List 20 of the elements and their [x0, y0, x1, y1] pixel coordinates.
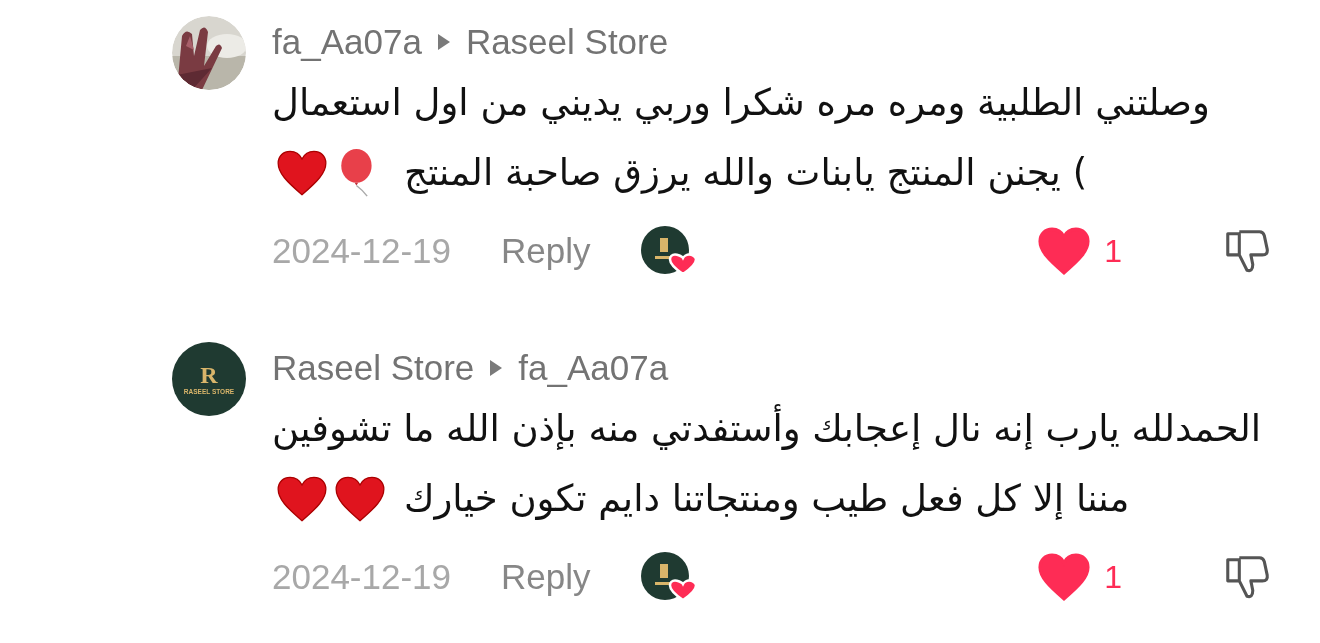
heart-emoji-icon [276, 148, 328, 198]
reply-to-name[interactable]: fa_Aa07a [518, 348, 669, 388]
heart-emoji-icon [276, 474, 328, 524]
author-name[interactable]: Raseel Store [272, 348, 475, 388]
logo-letter: R [200, 362, 218, 387]
like-button[interactable]: 1 [1038, 553, 1122, 601]
reply-button[interactable]: Reply [501, 231, 591, 271]
heart-emoji-icon [334, 474, 386, 524]
comment-text-line: وصلتني الطلبية ومره مره شكرا وربي يديني من اول استعمال [272, 80, 1210, 126]
comment-text-line: مننا إلا كل فعل طيب ومنتجاتنا دايم تكون خيارك [404, 476, 1130, 522]
comment-date: 2024-12-19 [272, 231, 452, 271]
comment-text-line: الحمدلله يارب إنه نال إعجابك وأستفدتي منه بإذن الله ما تشوفين [272, 394, 1262, 464]
comment-date: 2024-12-19 [272, 557, 452, 597]
reply-button[interactable]: Reply [501, 557, 591, 597]
reply-arrow-icon [490, 360, 503, 376]
reply-arrow-icon [437, 34, 450, 50]
like-button[interactable]: 1 [1038, 227, 1122, 275]
author-name[interactable]: fa_Aa07a [272, 22, 422, 62]
reply-to-name[interactable]: Raseel Store [465, 22, 669, 62]
comment-text-line: ) يجنن المنتج يابنات والله يرزق صاحبة المنتج [404, 150, 1088, 196]
